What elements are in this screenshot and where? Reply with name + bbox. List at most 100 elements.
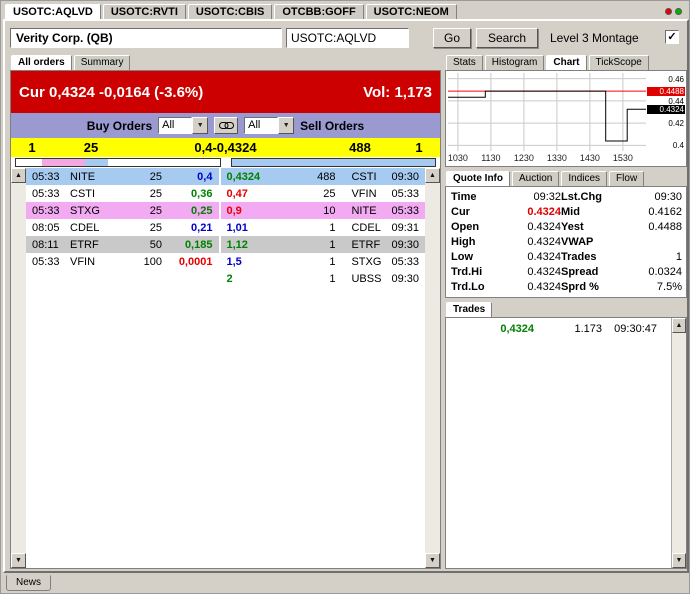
depth-ratio-bars xyxy=(11,157,440,168)
tab-stats[interactable]: Stats xyxy=(446,55,483,70)
red-status-dot[interactable] xyxy=(665,8,672,15)
depth-segment xyxy=(85,159,108,166)
company-name: Verity Corp. (QB) xyxy=(10,28,282,48)
buy-order-row[interactable]: 08:11 ETRF 50 0,185 xyxy=(26,236,220,253)
level3-montage-checkbox[interactable]: ✓ xyxy=(665,30,679,44)
quote-label: Sprd % xyxy=(561,280,599,293)
scroll-up-icon[interactable]: ▲ xyxy=(425,168,440,183)
buy-order-row[interactable]: 05:33 CSTI 25 0,36 xyxy=(26,185,220,202)
tab-quote-info[interactable]: Quote Info xyxy=(446,171,510,186)
checkmark-icon: ✓ xyxy=(667,31,677,43)
ask-price: 1,12 xyxy=(226,238,248,251)
green-status-dot[interactable] xyxy=(675,8,682,15)
order-time: 05:33 xyxy=(32,204,60,217)
sell-order-row[interactable]: 1,01 1 CDEL 09:31 xyxy=(221,219,425,236)
quote-info-table: Time 09:32 Lst.Chg 09:30 Cur 0.4324 Mid … xyxy=(445,186,687,298)
buy-order-row[interactable]: 08:05 CDEL 25 0,21 xyxy=(26,219,220,236)
order-time: 05:33 xyxy=(32,255,60,268)
scroll-down-icon[interactable]: ▼ xyxy=(11,553,26,568)
quote-banner: Cur 0,4324 -0,0164 (-3.6%) Vol: 1,173 xyxy=(11,71,440,113)
tab-usotc-neom[interactable]: USOTC:NEOM xyxy=(365,4,457,19)
sell-order-row[interactable]: 2 1 UBSS 09:30 xyxy=(221,270,425,287)
tab-flow[interactable]: Flow xyxy=(609,171,645,186)
chart-x-axis-label: 1330 xyxy=(546,153,567,163)
tab-indices[interactable]: Indices xyxy=(561,171,608,186)
trades-list: 0,4324 1.173 09:30:47 xyxy=(446,318,671,568)
chart-x-axis-label: 1230 xyxy=(513,153,534,163)
buy-filter-value: All xyxy=(158,117,193,134)
order-size: 100 xyxy=(143,255,162,268)
go-button[interactable]: Go xyxy=(433,28,471,48)
buy-book-scrollbar[interactable]: ▲ ▼ xyxy=(11,168,26,568)
quote-label: Open xyxy=(451,220,480,233)
sell-book-scrollbar[interactable]: ▲ ▼ xyxy=(425,168,440,568)
quote-label: Mid xyxy=(561,205,580,218)
scroll-up-icon[interactable]: ▲ xyxy=(11,168,26,183)
scrollbar-track[interactable] xyxy=(11,183,26,553)
bid-price: 0,0001 xyxy=(178,255,213,268)
buy-depth-bar xyxy=(15,158,221,167)
sell-order-row[interactable]: 0,4324 488 CSTI 09:30 xyxy=(221,168,425,185)
order-size: 25 xyxy=(323,187,336,200)
market-maker: VFIN xyxy=(70,255,96,268)
symbol-input[interactable] xyxy=(286,28,409,48)
scrollbar-track[interactable] xyxy=(425,183,440,553)
order-size: 25 xyxy=(149,170,162,183)
sell-order-row[interactable]: 0,47 25 VFIN 05:33 xyxy=(221,185,425,202)
tab-histogram[interactable]: Histogram xyxy=(484,55,545,70)
buy-order-row[interactable]: 05:33 VFIN 100 0,0001 xyxy=(26,253,220,270)
chart-x-axis-label: 1430 xyxy=(579,153,600,163)
quote-label: High xyxy=(451,235,476,248)
tab-auction[interactable]: Auction xyxy=(512,171,560,186)
order-size: 25 xyxy=(149,204,162,217)
sell-order-row[interactable]: 1,12 1 ETRF 09:30 xyxy=(221,236,425,253)
order-time: 05:33 xyxy=(391,187,419,200)
tab-usotc-rvti[interactable]: USOTC:RVTI xyxy=(102,4,186,19)
buy-order-row[interactable]: 05:33 STXG 25 0,25 xyxy=(26,202,220,219)
quote-label: Lst.Chg xyxy=(561,190,602,203)
tab-chart[interactable]: Chart xyxy=(546,55,587,70)
trade-row[interactable]: 0,4324 1.173 09:30:47 xyxy=(446,321,671,337)
bid-price: 0,21 xyxy=(191,221,213,234)
tab-trades[interactable]: Trades xyxy=(446,302,493,317)
market-maker: ETRF xyxy=(351,238,381,251)
ask-price: 0,9 xyxy=(226,204,242,217)
sell-orders-label: Sell Orders xyxy=(300,118,365,133)
scroll-down-icon[interactable]: ▼ xyxy=(672,553,686,568)
sell-order-row[interactable]: 1,5 1 STXG 05:33 xyxy=(221,253,425,270)
ask-price: 1,01 xyxy=(226,221,248,234)
quote-value: 7.5% xyxy=(656,280,682,293)
bid-price: 0,25 xyxy=(191,204,213,217)
tab-usotc-cbis[interactable]: USOTC:CBIS xyxy=(187,4,273,19)
tab-tickscope[interactable]: TickScope xyxy=(588,55,649,70)
search-button[interactable]: Search xyxy=(476,28,538,48)
market-maker: NITE xyxy=(351,204,377,217)
ask-price: 1,5 xyxy=(226,255,242,268)
chart-y-axis-label: 0.4 xyxy=(672,141,684,151)
market-maker: CSTI xyxy=(351,170,377,183)
order-time: 05:33 xyxy=(32,187,60,200)
chevron-down-icon[interactable]: ▼ xyxy=(278,117,295,134)
buy-filter-dropdown[interactable]: All ▼ xyxy=(158,117,209,134)
chevron-down-icon[interactable]: ▼ xyxy=(192,117,209,134)
scroll-up-icon[interactable]: ▲ xyxy=(672,318,686,333)
link-filters-button[interactable] xyxy=(214,117,239,134)
scroll-down-icon[interactable]: ▼ xyxy=(425,553,440,568)
buy-orders-column: 05:33 NITE 25 0,4 05:33 CSTI 25 0,36 05:… xyxy=(26,168,220,568)
quote-value-current: 0.4324 xyxy=(527,205,561,218)
tab-news[interactable]: News xyxy=(6,575,52,591)
chart-x-axis-label: 1530 xyxy=(612,153,633,163)
order-time: 09:31 xyxy=(391,221,419,234)
tab-summary[interactable]: Summary xyxy=(73,55,131,70)
tab-usotc-aqlvd[interactable]: USOTC:AQLVD xyxy=(5,4,101,19)
tab-otcbb-goff[interactable]: OTCBB:GOFF xyxy=(274,4,364,19)
sell-filter-dropdown[interactable]: All ▼ xyxy=(244,117,295,134)
sell-order-row[interactable]: 0,9 10 NITE 05:33 xyxy=(221,202,425,219)
buy-size-total: 25 xyxy=(83,140,99,155)
buy-order-row[interactable]: 05:33 NITE 25 0,4 xyxy=(26,168,220,185)
order-time: 05:33 xyxy=(391,255,419,268)
trades-scrollbar[interactable]: ▲ ▼ xyxy=(671,318,686,568)
scrollbar-track[interactable] xyxy=(672,333,686,553)
quote-value: 09:30 xyxy=(654,190,682,203)
tab-all-orders[interactable]: All orders xyxy=(11,55,72,70)
